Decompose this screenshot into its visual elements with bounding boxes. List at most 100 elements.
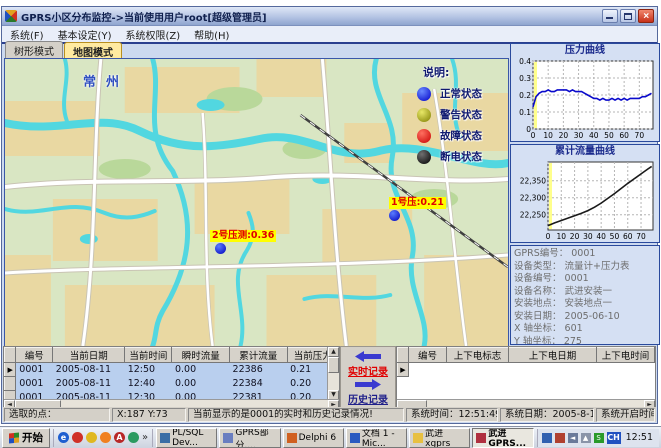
taskbar-task-button[interactable]: 武进xgprs	[409, 428, 470, 448]
table-cell[interactable]	[447, 363, 509, 377]
quicklaunch-overflow-chevron[interactable]: »	[142, 432, 148, 443]
start-button-label: 开始	[22, 430, 43, 445]
table-row[interactable]: ▶00012005-08-1112:500.00223860.21	[5, 363, 339, 377]
device-marker-label-2[interactable]: 2号压测:0.36	[210, 230, 276, 242]
legend-item-normal: 正常状态	[417, 86, 507, 101]
device-info-line: 设备编号： 0001	[514, 273, 656, 286]
minimize-button[interactable]	[602, 9, 618, 23]
table-row[interactable]: ▶	[398, 363, 655, 377]
task-buttons: PL/SQL Dev...GPRS部分.... Delphi 6 文档 1 - Mi…	[156, 428, 533, 448]
ie-icon[interactable]: e	[58, 432, 69, 443]
notes-icon[interactable]	[86, 432, 97, 443]
svg-text:30: 30	[574, 131, 584, 140]
globe-icon[interactable]	[128, 432, 139, 443]
device-info-line: 安装日期： 2005-06-10	[514, 311, 656, 324]
column-header[interactable]: 上下电日期	[509, 348, 597, 363]
start-button[interactable]: 开始	[2, 428, 50, 448]
pressure-chart-title: 压力曲线	[511, 44, 659, 57]
menu-basic-settings[interactable]: 基本设定(Y)	[58, 27, 112, 42]
network-icon[interactable]	[542, 433, 552, 443]
table-cell[interactable]: 22384	[230, 377, 288, 391]
legend-item-fault: 故障状态	[417, 128, 507, 143]
maximize-button[interactable]	[620, 9, 636, 23]
device-info-panel: GPRS编号： 0001设备类型： 流量计+压力表设备编号： 0001设备名称：…	[510, 245, 660, 345]
device-marker-label-1[interactable]: 1号压:0.21	[389, 197, 446, 209]
row-marker-header	[398, 348, 409, 363]
antivirus-icon[interactable]: S	[594, 433, 604, 443]
table-cell[interactable]	[409, 363, 447, 377]
tab-tree-mode[interactable]: 树形模式	[5, 41, 63, 58]
close-button[interactable]: ×	[638, 9, 654, 23]
row-marker	[5, 377, 16, 391]
menu-system[interactable]: 系统(F)	[10, 27, 44, 42]
realtime-records-button[interactable]: 实时记录	[348, 363, 388, 378]
map-panel[interactable]: 常州 说明: 正常状态 警告状态 故障状态	[4, 58, 509, 347]
taskbar-task-button[interactable]: 文档 1 - Mic...	[346, 428, 407, 448]
row-marker-header	[5, 348, 16, 363]
pressure-chart: 01020304050607000.10.20.30.4	[512, 57, 658, 140]
task-button-label: Delphi 6	[299, 433, 336, 443]
realtime-arrow-icon	[355, 351, 381, 362]
taskbar: 开始 e A » PL/SQL Dev...GPRS部分.... Delphi 6 文档…	[0, 426, 661, 448]
app-window: GPRS小区分布监控->当前使用用户root[超级管理员] × 系统(F) 基本…	[1, 6, 658, 424]
language-indicator[interactable]: CH	[607, 432, 621, 444]
monitor-icon[interactable]	[555, 433, 565, 443]
system-tray: ◄▲SCH 12:51	[537, 429, 659, 447]
column-header[interactable]: 上下电时间	[597, 348, 655, 363]
browser-ball-icon[interactable]	[100, 432, 111, 443]
device-marker-dot-2[interactable]	[215, 243, 226, 254]
svg-text:0.1: 0.1	[519, 108, 531, 117]
taskbar-task-button[interactable]: 武进GPRS...	[472, 428, 533, 448]
table-cell[interactable]: 0001	[16, 377, 53, 391]
svg-text:20: 20	[570, 232, 580, 241]
plsql-icon	[160, 433, 170, 443]
svg-text:70: 70	[635, 131, 645, 140]
column-header[interactable]: 编号	[409, 348, 447, 363]
row-marker: ▶	[5, 363, 16, 377]
task-button-label: 武进xgprs	[425, 428, 466, 448]
column-header[interactable]: 当前时间	[125, 348, 172, 363]
table-cell[interactable]: 0.00	[172, 363, 230, 377]
table-cell[interactable]: 2005-08-11	[53, 377, 125, 391]
table-cell[interactable]	[509, 363, 597, 377]
table-cell[interactable]	[597, 363, 655, 377]
column-header[interactable]: 瞬时流量	[172, 348, 230, 363]
device-info-line: 设备类型： 流量计+压力表	[514, 261, 656, 274]
status-system-time: 系统时间：12:51:49	[406, 408, 498, 422]
titlebar[interactable]: GPRS小区分布监控->当前使用用户root[超级管理员] ×	[2, 7, 657, 26]
table-cell[interactable]: 12:40	[125, 377, 172, 391]
history-records-button[interactable]: 历史记录	[348, 391, 388, 406]
table-cell[interactable]: 12:50	[125, 363, 172, 377]
legend-item-power-off: 断电状态	[417, 149, 507, 164]
gprs-window-icon	[223, 433, 233, 443]
tab-map-mode[interactable]: 地图模式	[64, 42, 122, 59]
svg-text:40: 40	[589, 131, 599, 140]
column-header[interactable]: 编号	[16, 348, 53, 363]
history-arrow-icon	[355, 379, 381, 390]
svg-text:22,250: 22,250	[520, 211, 546, 220]
column-header[interactable]: 上下电标志	[447, 348, 509, 363]
taskbar-task-button[interactable]: GPRS部分....	[219, 428, 280, 448]
svg-text:60: 60	[623, 232, 633, 241]
up-arrow-icon[interactable]: ▲	[581, 433, 591, 443]
city-label: 常州	[83, 71, 129, 90]
volume-icon[interactable]: ◄	[568, 433, 578, 443]
column-header[interactable]: 累计流量	[230, 348, 288, 363]
svg-text:30: 30	[583, 232, 593, 241]
menu-permissions[interactable]: 系统权限(Z)	[125, 27, 180, 42]
task-button-label: 武进GPRS...	[488, 428, 529, 448]
table-cell[interactable]: 0001	[16, 363, 53, 377]
table-cell[interactable]: 22386	[230, 363, 288, 377]
column-header[interactable]: 当前日期	[53, 348, 125, 363]
mode-tabs: 树形模式 地图模式	[3, 43, 508, 58]
device-marker-dot-1[interactable]	[389, 210, 400, 221]
taskbar-task-button[interactable]: Delphi 6	[283, 428, 344, 448]
records-vertical-scrollbar[interactable]: ▲ ▼	[327, 347, 339, 400]
menu-help[interactable]: 帮助(H)	[194, 27, 229, 42]
media-player-icon[interactable]	[72, 432, 83, 443]
table-cell[interactable]: 0.00	[172, 377, 230, 391]
taskbar-task-button[interactable]: PL/SQL Dev...	[156, 428, 217, 448]
mail-icon[interactable]: A	[114, 432, 125, 443]
table-cell[interactable]: 2005-08-11	[53, 363, 125, 377]
table-row[interactable]: 00012005-08-1112:400.00223840.20	[5, 377, 339, 391]
